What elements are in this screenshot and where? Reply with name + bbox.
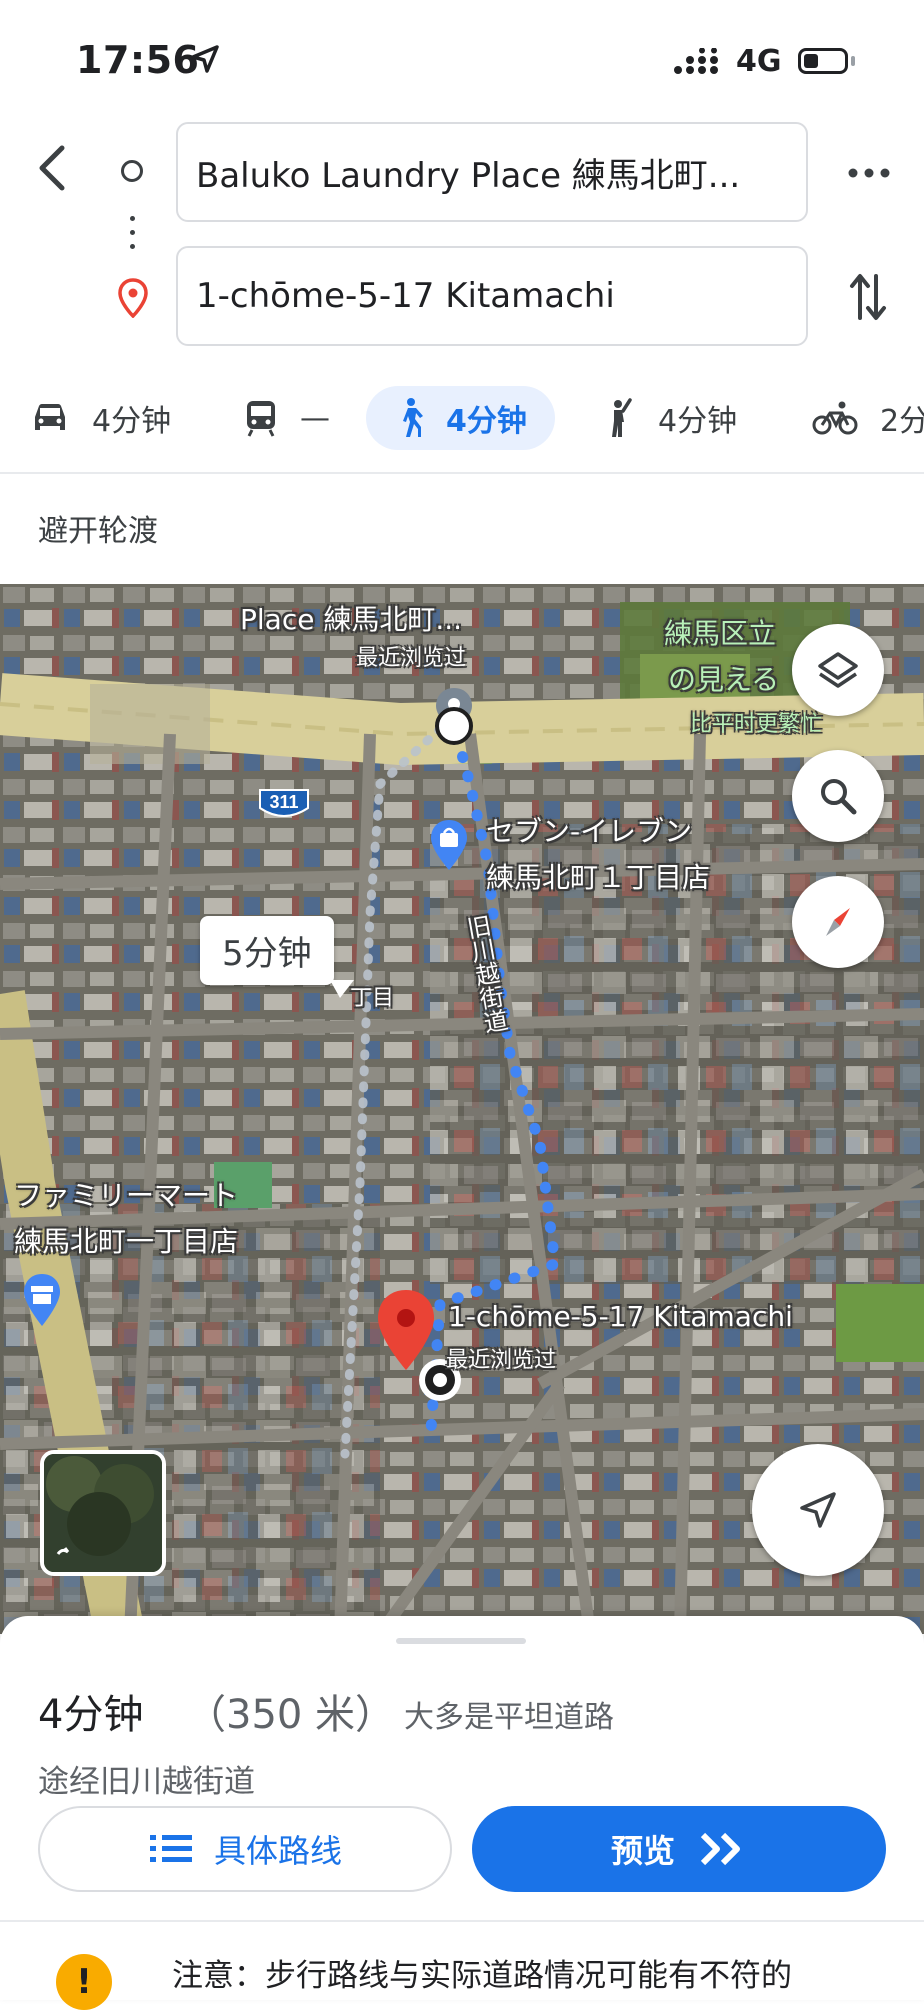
destination-recent-label: 最近浏览过: [446, 1348, 557, 1373]
bike-time: 2分: [880, 404, 924, 439]
route-summary-sheet: 4分钟 （350 米） 大多是平坦道路 途经旧川越街道 具体路线 预览 ! 注意…: [0, 1616, 924, 2010]
avoid-ferries-option[interactable]: 避开轮渡: [38, 506, 158, 550]
hail-time: 4分钟: [658, 404, 738, 439]
travel-mode-tabs: 4分钟 — 4分钟 4分钟 2分: [0, 378, 924, 470]
search-map-button[interactable]: [792, 750, 884, 842]
sheet-drag-handle[interactable]: [396, 1638, 526, 1644]
car-icon: [35, 404, 65, 430]
compass-icon: [826, 908, 850, 936]
more-options-icon[interactable]: [844, 158, 894, 188]
route-duration: 4分钟: [38, 1692, 144, 1738]
terrain-note: 大多是平坦道路: [404, 1700, 614, 1735]
eta-bubble-tail: [330, 980, 354, 998]
origin-marker-icon: [435, 688, 473, 745]
origin-circle-icon: [121, 160, 143, 182]
tab-walk[interactable]: 4分钟: [366, 386, 555, 450]
bike-icon: [812, 401, 858, 435]
tab-drive[interactable]: 4分钟: [30, 386, 171, 450]
compass-button[interactable]: [792, 876, 884, 968]
seven-eleven-label-2: 練馬北町１丁目店: [486, 861, 711, 894]
search-icon: [821, 779, 857, 815]
tab-bike[interactable]: 2分: [812, 386, 924, 450]
location-arrow-icon: [191, 45, 219, 73]
status-time: 17:56: [76, 38, 200, 82]
transit-time: —: [300, 400, 330, 436]
familymart-label-2: 練馬北町一丁目店: [14, 1225, 239, 1258]
walk-time: 4分钟: [446, 404, 527, 439]
steps-button-label: 具体路线: [213, 1832, 342, 1870]
preview-button[interactable]: 预览: [472, 1806, 886, 1892]
divider: [0, 1920, 924, 1922]
divider: [0, 472, 924, 474]
route-distance: （350 米）: [186, 1692, 396, 1738]
destination-pin-icon: [118, 278, 148, 318]
battery-icon: [798, 48, 848, 74]
layers-button[interactable]: [792, 624, 884, 716]
layers-icon: [818, 652, 858, 688]
street-fragment-label: 丁目: [350, 986, 395, 1011]
origin-map-label: Place 練馬北町...: [240, 603, 463, 636]
status-bar: 17:56 4G: [0, 0, 924, 110]
swap-direction-icon[interactable]: [846, 270, 890, 324]
tab-ride-hail[interactable]: 4分钟: [604, 386, 737, 450]
route-via: 途经旧川越街道: [38, 1764, 255, 1800]
tab-transit[interactable]: —: [244, 386, 330, 450]
walk-icon: [403, 398, 423, 437]
navigation-arrow-icon: [800, 1492, 836, 1528]
destination-map-label: 1-chōme-5-17 Kitamachi: [448, 1300, 793, 1333]
transit-icon: [247, 401, 275, 437]
cellular-signal-icon: [674, 48, 718, 74]
park-busy-label: 比平时更繁忙: [690, 712, 823, 737]
alt-route-eta-bubble[interactable]: 5分钟: [200, 916, 334, 985]
route-shield-badge: 311: [259, 789, 309, 817]
street-view-image: [44, 1454, 162, 1572]
origin-recent-label: 最近浏览过: [356, 646, 467, 671]
svg-text:311: 311: [269, 792, 298, 812]
destination-input[interactable]: 1-chōme-5-17 Kitamachi: [176, 246, 808, 346]
walking-warning-text: 注意：步行路线与实际道路情况可能有不符的: [172, 1958, 792, 1994]
park-label: 練馬区立: [664, 617, 777, 650]
street-view-thumbnail[interactable]: [40, 1450, 166, 1576]
list-icon: [149, 1835, 192, 1862]
steps-button[interactable]: 具体路线: [38, 1806, 452, 1892]
network-type: 4G: [736, 44, 782, 79]
origin-input[interactable]: Baluko Laundry Place 練馬北町...: [176, 122, 808, 222]
map-view[interactable]: 311 Place 練馬北町... 最近浏览过 練馬区立 の見える 比平时更繁忙…: [0, 584, 924, 1634]
double-chevron-right-icon: [700, 1832, 740, 1866]
drive-time: 4分钟: [92, 404, 172, 439]
warning-icon: !: [56, 1954, 112, 2010]
my-location-button[interactable]: [752, 1444, 884, 1576]
store-marker-icon: [24, 1274, 60, 1326]
park-label-2: の見える: [668, 663, 780, 696]
route-connector: [130, 216, 136, 258]
back-arrow-icon[interactable]: [30, 140, 74, 196]
preview-button-label: 预览: [610, 1832, 675, 1870]
familymart-label: ファミリーマート: [14, 1179, 239, 1212]
shopping-bag-icon: [431, 820, 467, 870]
hail-icon: [612, 398, 632, 437]
battery-tip: [851, 56, 855, 66]
seven-eleven-label: セブン-イレブン: [486, 815, 693, 848]
